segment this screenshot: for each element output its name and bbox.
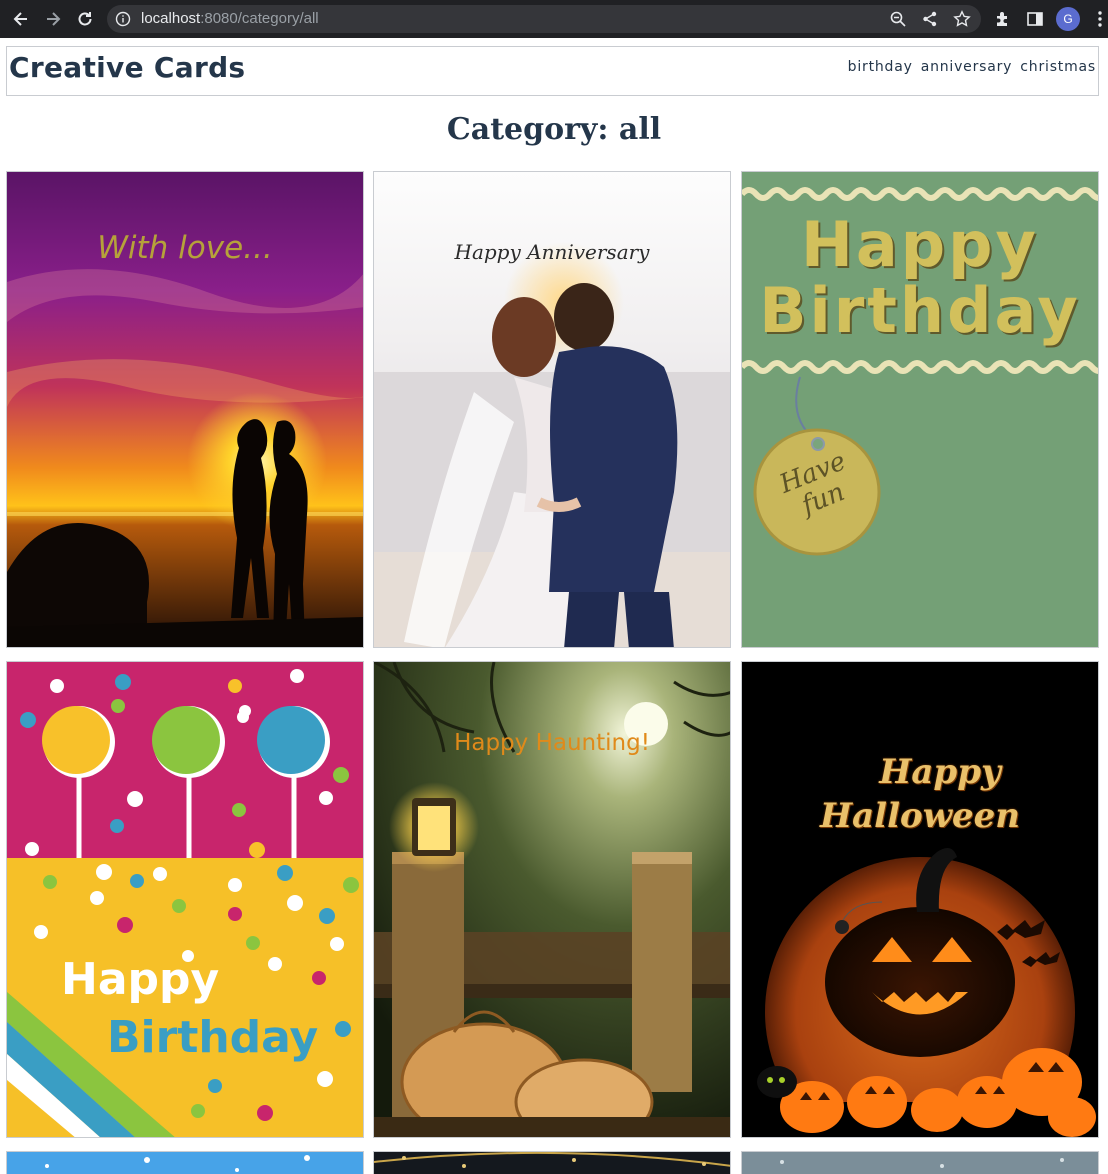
nav-link-birthday[interactable]: birthday: [848, 59, 913, 75]
reload-icon[interactable]: [72, 6, 98, 32]
forward-icon[interactable]: [40, 6, 66, 32]
profile-avatar[interactable]: G: [1056, 7, 1080, 31]
card-text: With love...: [97, 230, 273, 266]
dark-stars-image: [374, 1152, 730, 1174]
side-panel-icon[interactable]: [1022, 6, 1048, 32]
card-text-line1: Happy: [61, 954, 220, 1005]
grey-blue-image: [742, 1152, 1098, 1174]
url-text[interactable]: localhost:8080/category/all: [141, 10, 319, 27]
zoom-icon[interactable]: [889, 10, 907, 28]
page-title: Category: all: [446, 112, 662, 147]
nav-link-anniversary[interactable]: anniversary: [921, 59, 1013, 75]
card-birthday-balloons[interactable]: Happy Birthday: [6, 661, 364, 1138]
bookmark-star-icon[interactable]: [953, 10, 971, 28]
address-bar[interactable]: localhost:8080/category/all: [107, 5, 981, 33]
extensions-icon[interactable]: [990, 6, 1016, 32]
site-info-icon[interactable]: [115, 11, 131, 31]
card-with-love[interactable]: With love...: [6, 171, 364, 648]
nav-link-christmas[interactable]: christmas: [1020, 59, 1096, 75]
card-text: Happy Haunting!: [454, 730, 650, 756]
card-happy-haunting[interactable]: Happy Haunting!: [373, 661, 731, 1138]
card-heading: Happy Halloween: [742, 750, 1098, 838]
halloween-pumpkin-image: [742, 662, 1098, 1137]
card-text: Happy Anniversary: [454, 240, 650, 264]
card-happy-halloween[interactable]: Happy Halloween: [741, 661, 1099, 1138]
back-icon[interactable]: [8, 6, 34, 32]
card-text-line2: Halloween: [820, 796, 1020, 836]
card-text-line2: Birthday: [759, 274, 1081, 347]
share-icon[interactable]: [921, 10, 939, 28]
snowflake-blue-image: [7, 1152, 363, 1174]
site-header: Creative Cards birthday anniversary chri…: [6, 46, 1099, 96]
browser-toolbar: localhost:8080/category/all G: [0, 0, 1108, 38]
balloons-image: [7, 662, 363, 1137]
card-text-line2: Birthday: [107, 1012, 319, 1063]
card-birthday-have-fun[interactable]: Happy Birthday Have fun: [741, 171, 1099, 648]
card-heading: Happy Birthday: [742, 212, 1098, 344]
card-partial-3[interactable]: [741, 1151, 1099, 1174]
brand-logo[interactable]: Creative Cards: [9, 51, 245, 84]
menu-kebab-icon[interactable]: [1087, 6, 1108, 32]
url-host: localhost: [141, 10, 201, 27]
card-happy-anniversary[interactable]: Happy Anniversary: [373, 171, 731, 648]
url-path: :8080/category/all: [200, 10, 319, 27]
card-text-line1: Happy: [801, 208, 1039, 281]
category-nav: birthday anniversary christmas: [848, 59, 1096, 75]
card-partial-2[interactable]: [373, 1151, 731, 1174]
card-text-line1: Happy: [879, 752, 1001, 792]
card-partial-1[interactable]: [6, 1151, 364, 1174]
